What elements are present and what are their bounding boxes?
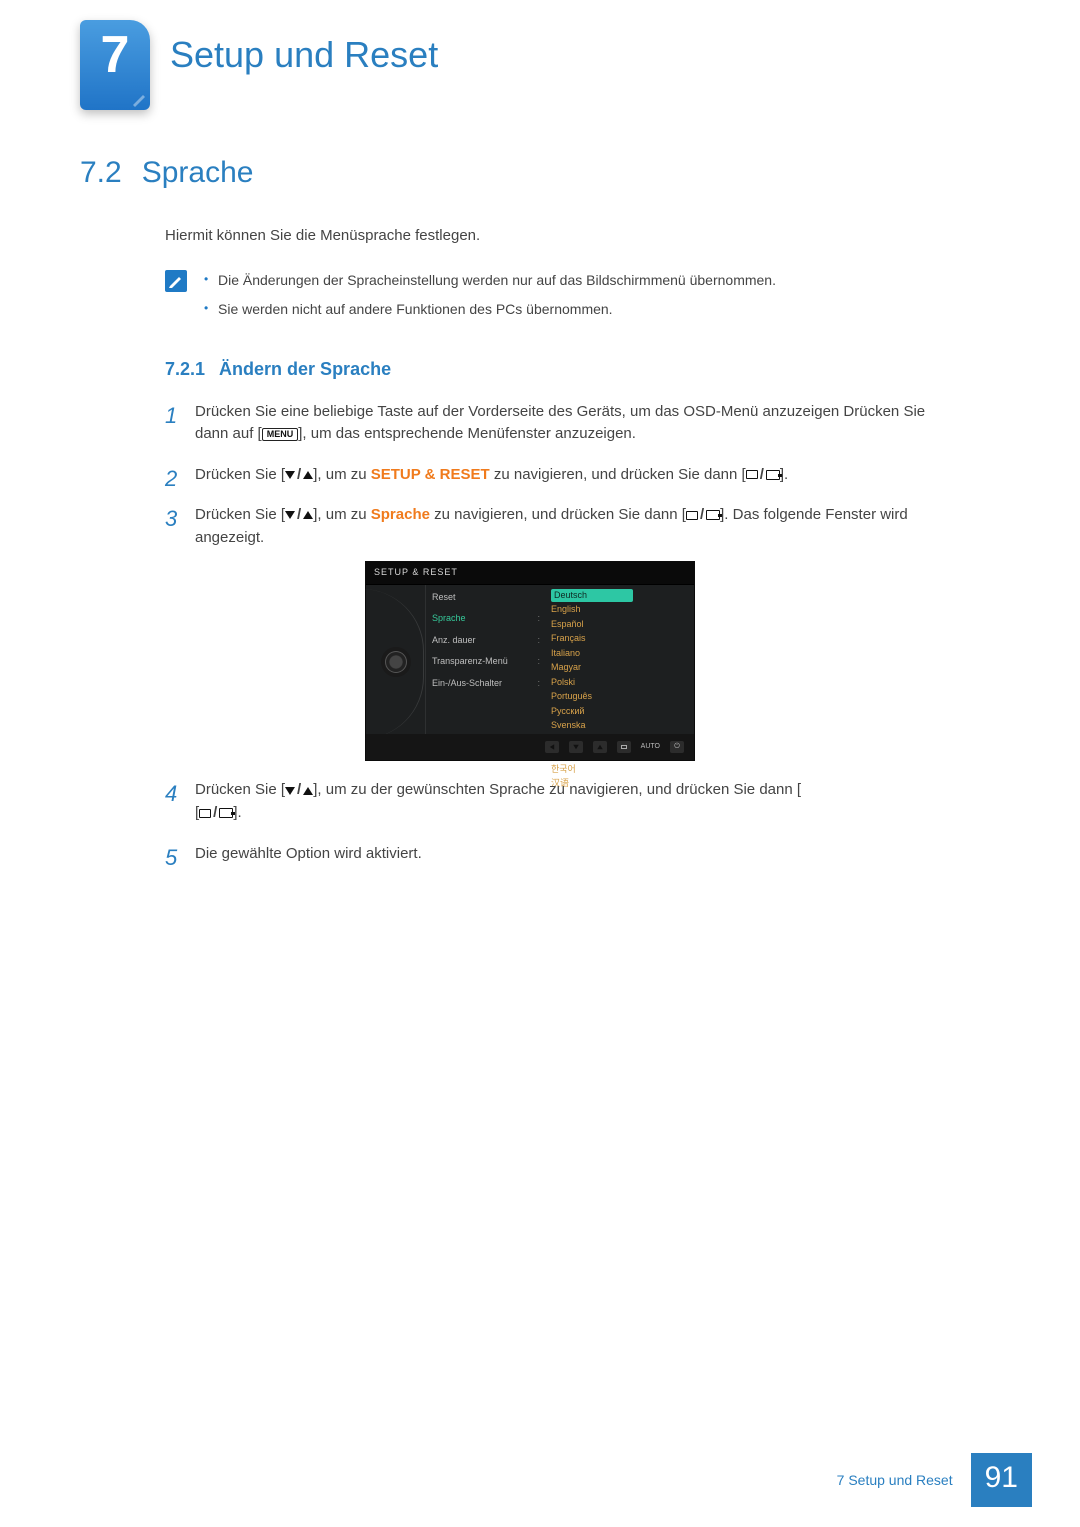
step-text: ], um zu der gewünschten Sprache zu navi… — [313, 782, 801, 799]
osd-lang: English — [551, 603, 633, 617]
osd-item-active: Sprache — [432, 612, 466, 626]
left-icon — [545, 741, 559, 753]
chapter-number: 7 — [101, 26, 130, 84]
note-item: Sie werden nicht auf andere Funktionen d… — [202, 299, 776, 320]
osd-lang: Svenska — [551, 719, 633, 733]
osd-item: Transparenz-Menü — [432, 655, 508, 669]
select-icon: / — [686, 504, 720, 527]
down-icon — [569, 741, 583, 753]
select-icon: / — [746, 464, 780, 487]
step-3: 3 Drücken Sie [/], um zu Sprache zu navi… — [165, 504, 955, 761]
osd-lang: Français — [551, 632, 633, 646]
osd-lang: Português — [551, 690, 633, 704]
step-5: 5 Die gewählte Option wird aktiviert. — [165, 843, 955, 866]
osd-item: Reset — [432, 591, 456, 605]
down-up-icon: / — [285, 779, 313, 802]
subsection-number: 7.2.1 — [165, 356, 205, 383]
badge-pencil-icon — [131, 91, 147, 107]
intro-text: Hiermit können Sie die Menüsprache festl… — [165, 225, 955, 248]
step-text: zu navigieren, und drücken Sie dann [ — [430, 506, 686, 523]
osd-language-list: Deutsch English Español Français Italian… — [546, 585, 638, 740]
osd-lang: Polski — [551, 676, 633, 690]
step-text: ], um das entsprechende Menüfenster anzu… — [298, 425, 636, 442]
down-up-icon: / — [285, 504, 313, 527]
section-title: Sprache — [142, 156, 254, 190]
osd-lang-selected: Deutsch — [551, 589, 633, 603]
page-number: 91 — [971, 1453, 1032, 1507]
highlight: Sprache — [371, 506, 430, 523]
step-text: ], um zu — [313, 466, 371, 483]
chapter-title: Setup und Reset — [170, 0, 1080, 76]
auto-label: AUTO — [641, 742, 660, 753]
power-icon: ⏻ — [670, 741, 684, 753]
osd-item: Ein-/Aus-Schalter — [432, 677, 502, 691]
step-text: ], um zu — [313, 506, 371, 523]
step-1: 1 Drücken Sie eine beliebige Taste auf d… — [165, 401, 955, 446]
subsection-title: Ändern der Sprache — [219, 356, 391, 383]
osd-header: SETUP & RESET — [366, 562, 694, 585]
note-icon — [165, 270, 187, 292]
osd-screenshot: SETUP & RESET Reset Sprache: Anz. dauer:… — [365, 561, 695, 761]
step-2: 2 Drücken Sie [/], um zu SETUP & RESET z… — [165, 464, 955, 487]
osd-lang: Italiano — [551, 647, 633, 661]
osd-footer: AUTO ⏻ — [366, 734, 694, 760]
osd-lang: Español — [551, 618, 633, 632]
osd-item: Anz. dauer — [432, 634, 476, 648]
down-up-icon: / — [285, 464, 313, 487]
select-icon: / — [199, 802, 233, 825]
page-footer: 7 Setup und Reset 91 — [40, 1453, 1032, 1507]
gear-icon — [385, 651, 407, 673]
enter-icon — [617, 741, 631, 753]
osd-lang: Русский — [551, 705, 633, 719]
footer-chapter: 7 Setup und Reset — [837, 1472, 953, 1488]
chapter-badge: 7 — [80, 20, 150, 110]
highlight: SETUP & RESET — [371, 466, 490, 483]
step-text: zu navigieren, und drücken Sie dann [ — [490, 466, 746, 483]
step-text: Die gewählte Option wird aktiviert. — [195, 845, 422, 862]
note-list: Die Änderungen der Spracheinstellung wer… — [202, 270, 776, 328]
step-text: Drücken Sie [ — [195, 466, 285, 483]
step-text: Drücken Sie [ — [195, 782, 285, 799]
note-item: Die Änderungen der Spracheinstellung wer… — [202, 270, 776, 291]
step-4: 4 Drücken Sie [/], um zu der gewünschten… — [165, 779, 955, 824]
osd-lang: 한국어 — [551, 763, 633, 777]
section-number: 7.2 — [80, 156, 122, 190]
menu-button-key: MENU — [262, 428, 299, 441]
up-icon — [593, 741, 607, 753]
osd-lang: Magyar — [551, 661, 633, 675]
step-text: Drücken Sie [ — [195, 506, 285, 523]
